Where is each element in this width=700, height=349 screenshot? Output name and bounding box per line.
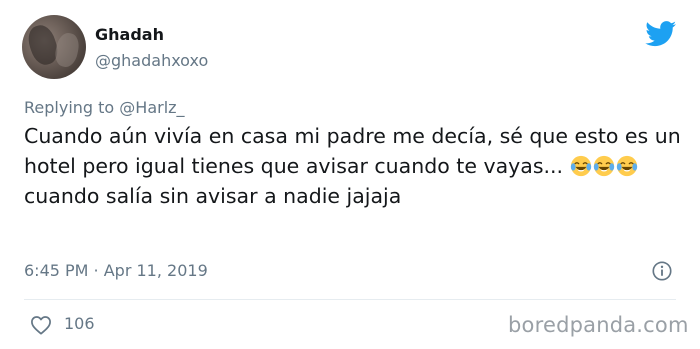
replying-to: Replying to @Harlz_ — [24, 98, 185, 117]
twitter-bird-icon[interactable] — [645, 21, 677, 47]
tweet-timestamp[interactable]: 6:45 PM · Apr 11, 2019 — [24, 261, 208, 280]
tweet-text-part2: cuando salía sin avisar a nadie jajaja — [24, 184, 402, 208]
reply-mention-link[interactable]: @Harlz_ — [119, 98, 184, 117]
author-display-name[interactable]: Ghadah — [95, 25, 164, 44]
face-with-tears-of-joy-icon — [570, 155, 591, 177]
author-handle[interactable]: @ghadahxoxo — [95, 51, 208, 70]
face-with-tears-of-joy-icon — [616, 155, 637, 177]
like-count: 106 — [64, 314, 95, 333]
avatar-highlight — [52, 31, 82, 69]
heart-icon[interactable] — [30, 315, 52, 335]
replying-prefix: Replying to — [24, 98, 115, 117]
tweet-text: Cuando aún vivía en casa mi padre me dec… — [24, 121, 684, 211]
info-icon[interactable] — [651, 260, 673, 282]
watermark: boredpanda.com — [508, 313, 689, 337]
divider — [24, 299, 676, 300]
avatar[interactable] — [22, 15, 86, 79]
face-with-tears-of-joy-icon — [593, 155, 614, 177]
